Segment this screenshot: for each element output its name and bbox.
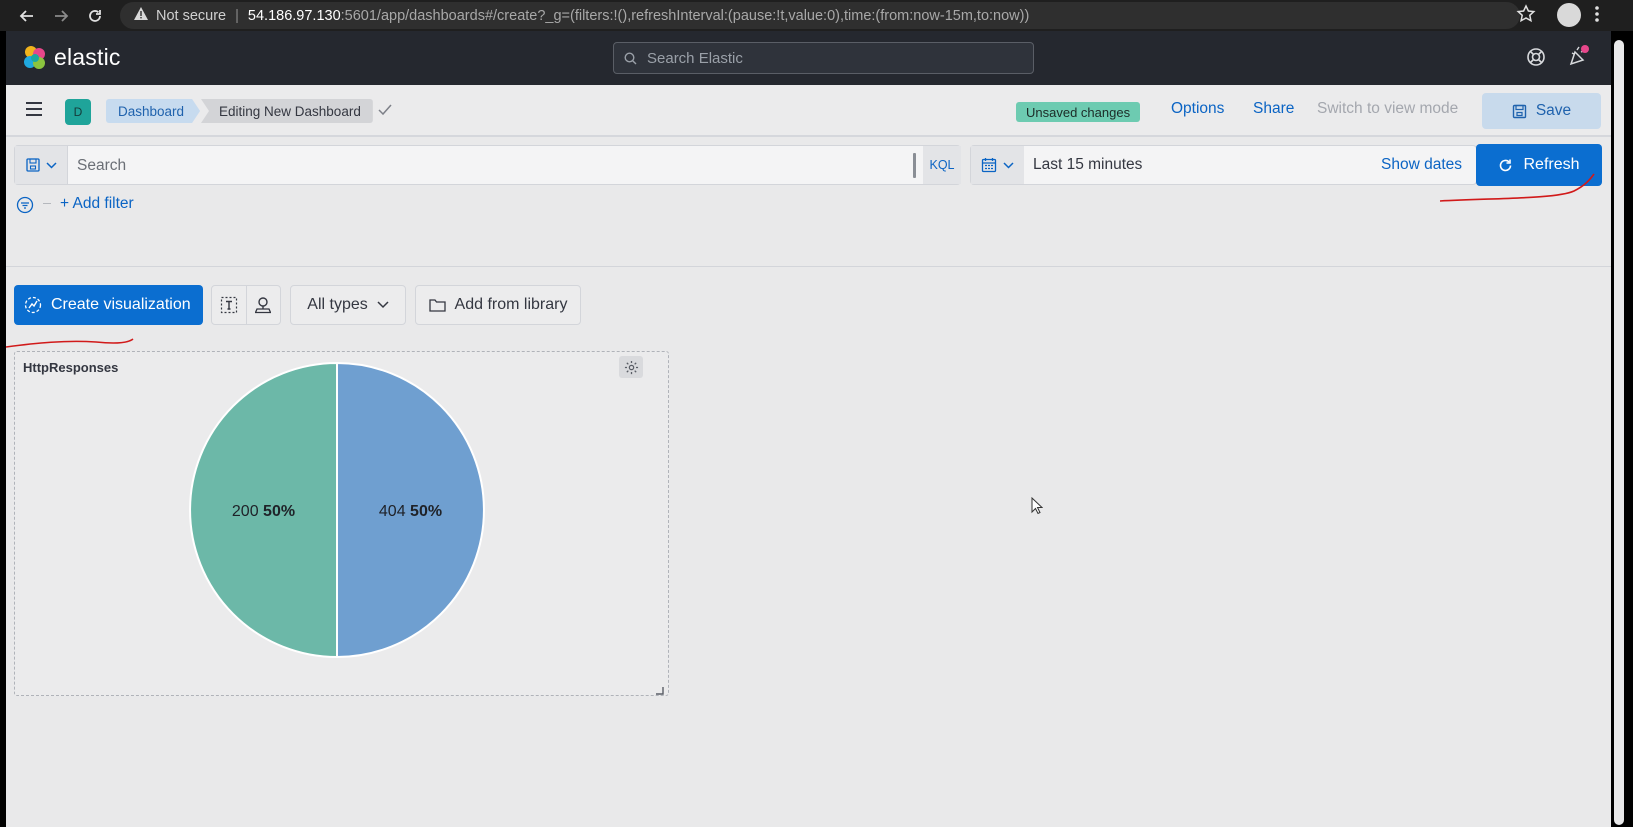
bookmark-star-icon[interactable] <box>1516 4 1536 29</box>
back-arrow-icon[interactable] <box>14 3 40 29</box>
url-path: :5601/app/dashboards#/create?_g=(filters… <box>340 7 1030 24</box>
annotation-marks <box>6 173 1595 348</box>
profile-avatar[interactable] <box>1557 3 1581 27</box>
security-label: Not secure <box>156 7 227 24</box>
url-host: 54.186.97.130 <box>247 7 341 24</box>
address-bar[interactable]: Not secure | 54.186.97.130:5601/app/dash… <box>120 2 1520 29</box>
browser-toolbar: Not secure | 54.186.97.130:5601/app/dash… <box>0 0 1633 31</box>
scrollbar-thumb[interactable] <box>1614 40 1624 825</box>
mouse-cursor-icon <box>1031 496 1044 520</box>
warning-icon <box>134 7 148 24</box>
annotation-underline-panel-title <box>6 338 134 348</box>
browser-menu-icon[interactable] <box>1594 4 1600 29</box>
annotation-underline-refresh <box>1439 173 1595 202</box>
kibana-app: elastic Search Elastic D Dashboard Editi… <box>6 31 1611 827</box>
address-separator: | <box>235 7 239 24</box>
reload-icon[interactable] <box>82 3 108 29</box>
forward-arrow-icon[interactable] <box>48 3 74 29</box>
